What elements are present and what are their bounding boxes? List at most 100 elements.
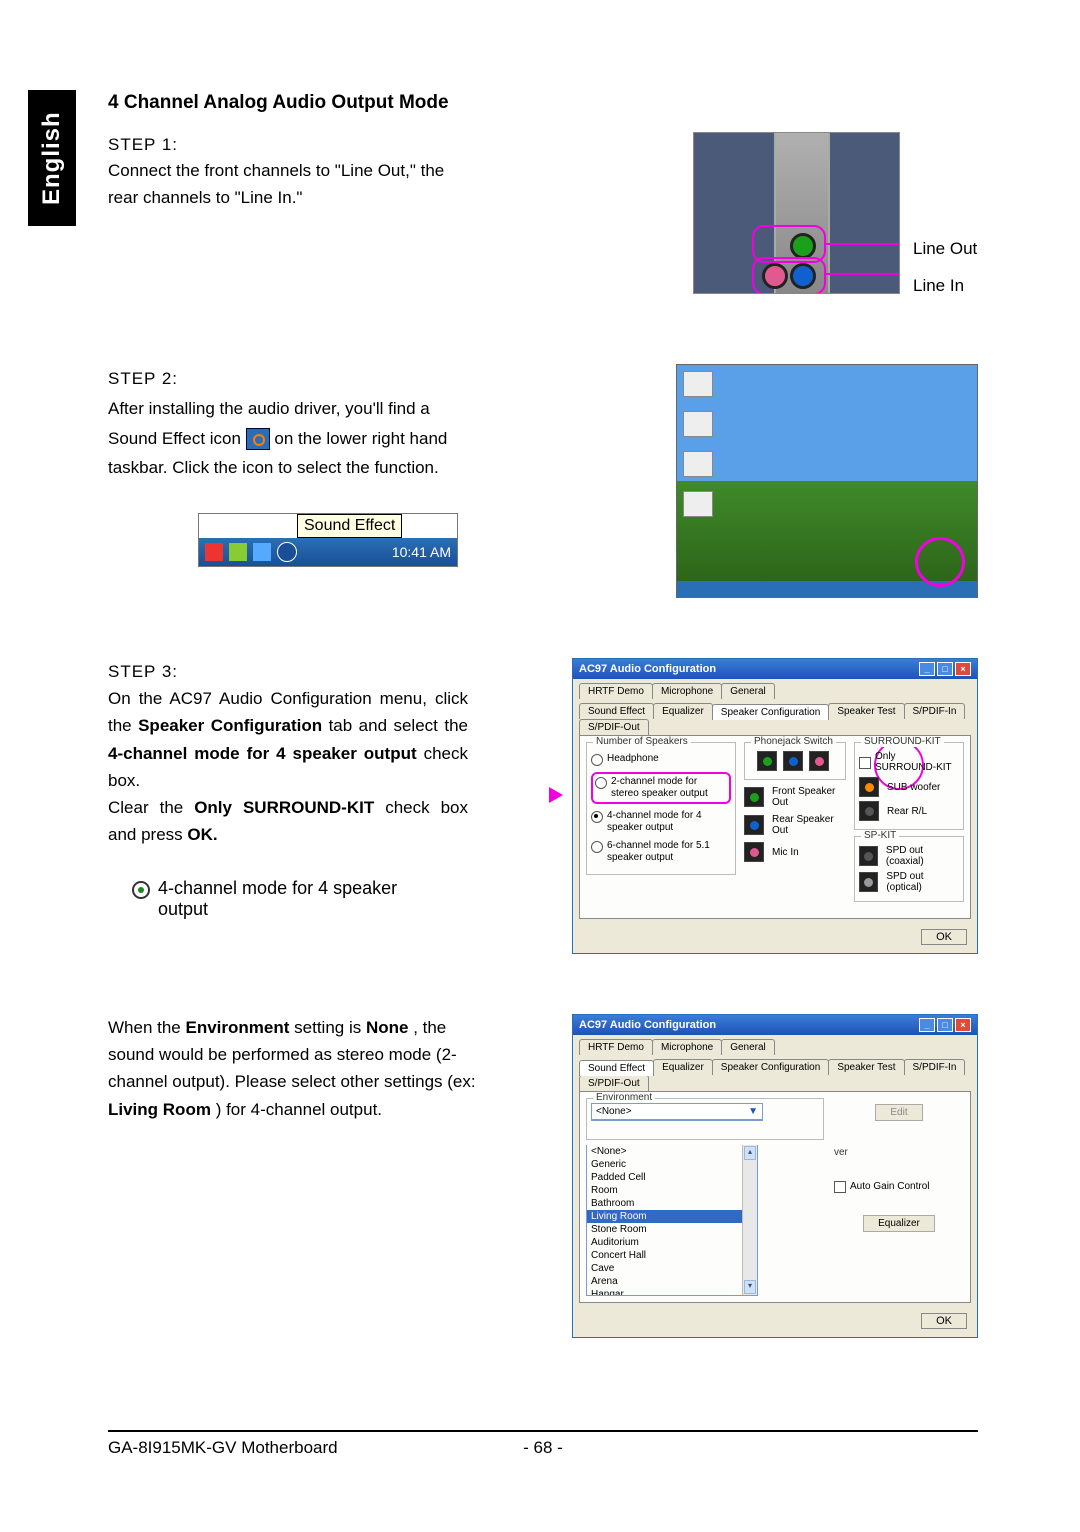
tab-row-2: Sound Effect Equalizer Speaker Configura… (573, 699, 977, 735)
t: setting is (294, 1018, 366, 1037)
tab-equalizer[interactable]: Equalizer (653, 1059, 713, 1075)
close-button[interactable]: × (955, 1018, 971, 1032)
group-phonejack: Phonejack Switch (751, 736, 836, 747)
group-sp-kit: SP-KIT (861, 830, 899, 841)
minimize-button[interactable]: _ (919, 662, 935, 676)
jack-icon (744, 787, 764, 807)
step1-text: STEP 1: Connect the front channels to "L… (108, 132, 468, 211)
scrollbar[interactable]: ▴ ▾ (742, 1145, 757, 1295)
edit-button[interactable]: Edit (875, 1104, 922, 1121)
tab-spdif-out[interactable]: S/PDIF-Out (579, 719, 649, 735)
maximize-button[interactable]: □ (937, 662, 953, 676)
tab-spdif-in[interactable]: S/PDIF-In (904, 703, 966, 719)
tab-equalizer[interactable]: Equalizer (653, 703, 713, 719)
desktop-icon (683, 411, 713, 437)
equalizer-button[interactable]: Equalizer (863, 1215, 935, 1232)
step1-label: STEP 1: (108, 135, 178, 154)
radio-4ch[interactable]: 4-channel mode for 4 speaker output (591, 810, 731, 834)
step3-label: STEP 3: (108, 662, 178, 681)
lbl: Rear R/L (887, 806, 927, 817)
page-footer: GA-8I915MK-GV Motherboard - 68 - (108, 1430, 978, 1458)
tab-hrtf-demo[interactable]: HRTF Demo (579, 1039, 653, 1055)
t: Clear the (108, 798, 194, 817)
tray-glyph-icon (253, 543, 271, 561)
step1-photo: Line Out Line In (693, 132, 978, 294)
footer-page-number: - 68 - (483, 1438, 603, 1458)
checkbox-only-surround-kit[interactable]: Only SURROUND-KIT (859, 751, 959, 773)
env-option[interactable]: Hangar (587, 1288, 742, 1295)
callout-line-in (752, 257, 826, 294)
tab-speaker-configuration[interactable]: Speaker Configuration (712, 704, 830, 720)
environment-dropdown[interactable]: <None> ▼ (591, 1103, 763, 1121)
jack-icon (744, 815, 764, 835)
t: When the (108, 1018, 186, 1037)
lbl: SUB woofer (887, 782, 940, 793)
tab-sound-effect[interactable]: Sound Effect (579, 703, 654, 719)
tab-speaker-test[interactable]: Speaker Test (828, 1059, 904, 1075)
environment-selected: <None> (596, 1106, 632, 1117)
tab-sound-effect[interactable]: Sound Effect (579, 1060, 654, 1076)
radio-2ch[interactable]: 2-channel mode for stereo speaker output (591, 772, 731, 804)
tab-general[interactable]: General (721, 683, 775, 699)
sound-effect-tray-icon (246, 428, 270, 450)
tab-microphone[interactable]: Microphone (652, 683, 722, 699)
env-option[interactable]: Concert Hall (587, 1249, 742, 1262)
label-line-in: Line In (913, 267, 977, 304)
environment-list[interactable]: <None> Generic Padded Cell Room Bathroom… (587, 1145, 742, 1295)
tab-hrtf-demo[interactable]: HRTF Demo (579, 683, 653, 699)
lbl: 6-channel mode for 5.1 speaker output (607, 840, 731, 864)
step1-body: Connect the front channels to "Line Out,… (108, 161, 444, 206)
lbl: Front Speaker Out (772, 786, 846, 808)
radio-excerpt-label: 4-channel mode for 4 speaker output (158, 878, 408, 920)
jack-icon (744, 842, 764, 862)
scroll-up-icon[interactable]: ▴ (744, 1146, 756, 1160)
radio-6ch[interactable]: 6-channel mode for 5.1 speaker output (591, 840, 731, 864)
env-option[interactable]: Padded Cell (587, 1171, 742, 1184)
env-option-living-room[interactable]: Living Room (587, 1210, 742, 1223)
t: Environment (186, 1018, 290, 1037)
env-option[interactable]: Room (587, 1184, 742, 1197)
step1-block: STEP 1: Connect the front channels to "L… (108, 132, 978, 294)
group-environment: Environment (593, 1092, 655, 1103)
close-button[interactable]: × (955, 662, 971, 676)
env-option[interactable]: <None> (587, 1145, 742, 1158)
tab-spdif-in[interactable]: S/PDIF-In (904, 1059, 966, 1075)
tab-speaker-configuration[interactable]: Speaker Configuration (712, 1059, 830, 1075)
jack-icon (783, 751, 803, 771)
lbl: Rear Speaker Out (772, 814, 846, 836)
maximize-button[interactable]: □ (937, 1018, 953, 1032)
pointer-arrow-icon (549, 787, 563, 803)
env-option[interactable]: Auditorium (587, 1236, 742, 1249)
t: 4-channel mode for 4 speaker output (108, 744, 417, 763)
lbl: Auto Gain Control (850, 1181, 930, 1192)
env-option[interactable]: Stone Room (587, 1223, 742, 1236)
lbl: ver (834, 1147, 964, 1158)
tab-spdif-out[interactable]: S/PDIF-Out (579, 1075, 649, 1091)
ok-button[interactable]: OK (921, 1313, 967, 1329)
minimize-button[interactable]: _ (919, 1018, 935, 1032)
jack-icon (859, 872, 878, 892)
env-option[interactable]: Arena (587, 1275, 742, 1288)
lbl: 4-channel mode for 4 speaker output (607, 810, 731, 834)
ok-button[interactable]: OK (921, 929, 967, 945)
jack-icon (859, 846, 878, 866)
io-panel-photo (693, 132, 900, 294)
lbl: SPD out (optical) (886, 871, 959, 893)
radio-icon (132, 881, 150, 899)
env-option[interactable]: Bathroom (587, 1197, 742, 1210)
t: ) for 4-channel output. (216, 1100, 382, 1119)
env-option[interactable]: Generic (587, 1158, 742, 1171)
step4-block: When the Environment setting is None , t… (108, 1014, 978, 1338)
jack-icon (809, 751, 829, 771)
scroll-down-icon[interactable]: ▾ (744, 1280, 756, 1294)
tab-microphone[interactable]: Microphone (652, 1039, 722, 1055)
tab-general[interactable]: General (721, 1039, 775, 1055)
language-tab: English (28, 90, 76, 226)
env-option[interactable]: Cave (587, 1262, 742, 1275)
tab-speaker-test[interactable]: Speaker Test (828, 703, 904, 719)
radio-headphone[interactable]: Headphone (591, 753, 731, 766)
jack-icon (757, 751, 777, 771)
chevron-down-icon: ▼ (748, 1106, 758, 1117)
checkbox-auto-gain[interactable]: Auto Gain Control (834, 1180, 964, 1193)
jack-icon (859, 801, 879, 821)
